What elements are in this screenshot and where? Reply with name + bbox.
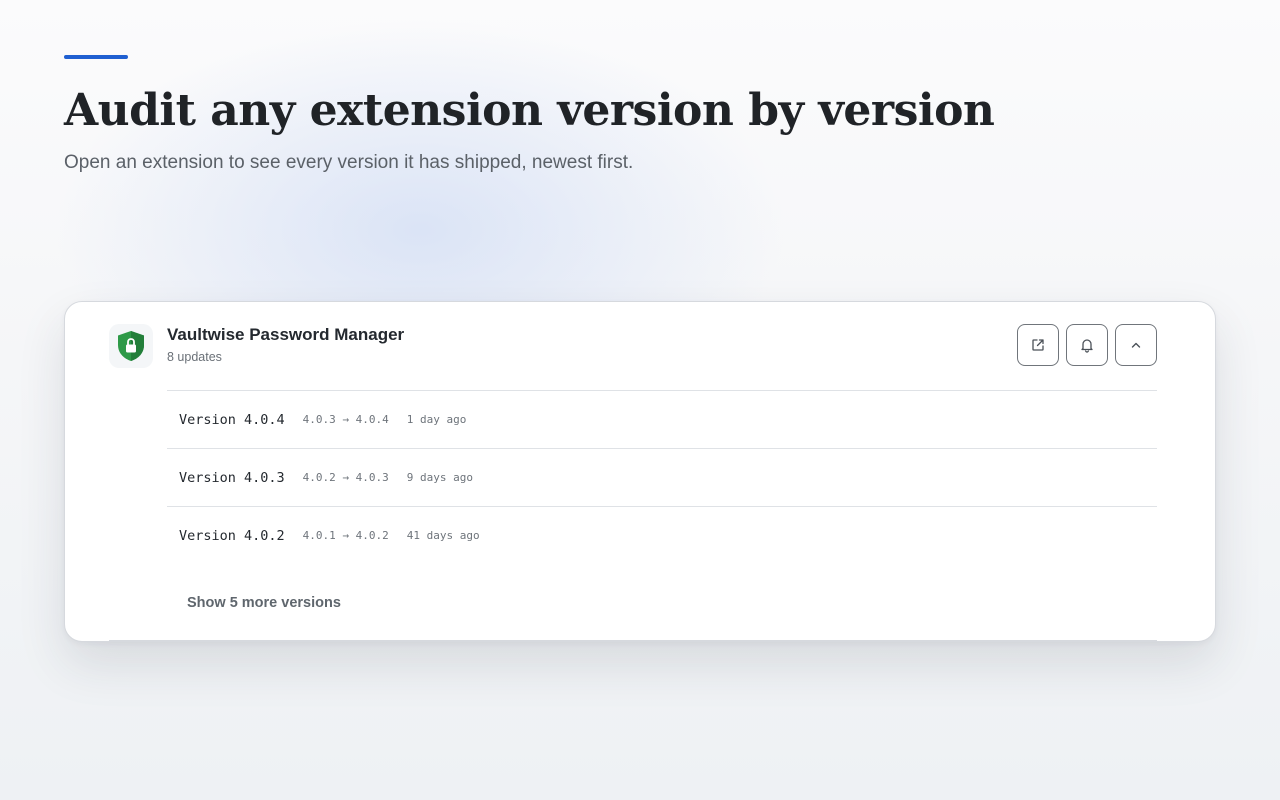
- extension-card: Vaultwise Password Manager 8 updates Ver…: [64, 301, 1216, 642]
- external-link-icon: [1032, 339, 1044, 351]
- page-title: Audit any extension version by version: [64, 85, 995, 136]
- extension-logo: [109, 324, 153, 368]
- show-more-versions-button[interactable]: Show 5 more versions: [187, 595, 341, 611]
- version-row[interactable]: Version 4.0.3 4.0.2 → 4.0.3 9 days ago: [167, 449, 1157, 507]
- version-range: 4.0.1 → 4.0.2: [302, 529, 389, 542]
- version-label: Version 4.0.3: [179, 469, 285, 486]
- version-range: 4.0.2 → 4.0.3: [302, 471, 389, 484]
- bell-icon: [1081, 339, 1093, 353]
- version-label: Version 4.0.4: [179, 411, 285, 428]
- accent-bar: [64, 55, 128, 59]
- version-row[interactable]: Version 4.0.2 4.0.1 → 4.0.2 41 days ago: [167, 507, 1157, 564]
- notify-button[interactable]: [1066, 324, 1108, 366]
- open-external-button[interactable]: [1017, 324, 1059, 366]
- page-subtitle: Open an extension to see every version i…: [64, 152, 634, 173]
- version-range: 4.0.3 → 4.0.4: [302, 413, 389, 426]
- shield-lock-icon: [118, 331, 144, 361]
- collapse-button[interactable]: [1115, 324, 1157, 366]
- version-age: 1 day ago: [406, 413, 467, 426]
- chevron-up-icon: [1131, 342, 1141, 348]
- version-age: 41 days ago: [406, 529, 480, 542]
- version-label: Version 4.0.2: [179, 527, 285, 544]
- version-list: Version 4.0.4 4.0.3 → 4.0.4 1 day ago Ve…: [167, 390, 1157, 564]
- version-row[interactable]: Version 4.0.4 4.0.3 → 4.0.4 1 day ago: [167, 391, 1157, 449]
- hero-section: Audit any extension version by version O…: [64, 55, 1164, 175]
- divider: [109, 640, 1157, 641]
- extension-actions: [1017, 324, 1157, 366]
- extension-header: Vaultwise Password Manager 8 updates: [109, 324, 1157, 370]
- version-age: 9 days ago: [406, 471, 473, 484]
- extension-name: Vaultwise Password Manager: [167, 325, 405, 344]
- extension-update-count: 8 updates: [167, 350, 222, 364]
